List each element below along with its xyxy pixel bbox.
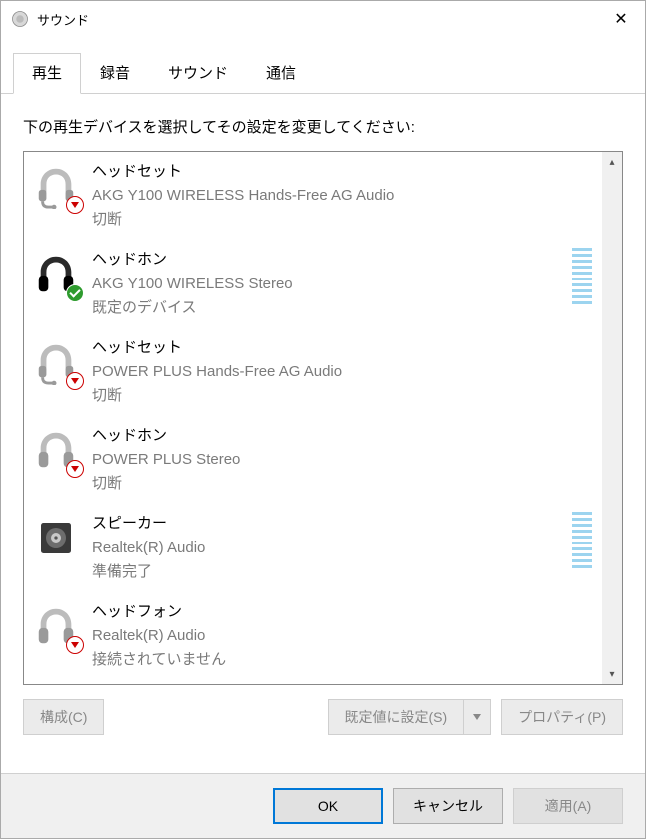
device-name: Realtek(R) Audio [92, 536, 566, 560]
device-info: ヘッドホンAKG Y100 WIRELESS Stereo既定のデバイス [92, 248, 566, 320]
disconnected-badge [66, 636, 84, 654]
device-status: 既定のデバイス [92, 296, 566, 320]
device-info: ヘッドセットAKG Y100 WIRELESS Hands-Free AG Au… [92, 160, 592, 232]
device-type: ヘッドホン [92, 424, 592, 448]
device-status: 切断 [92, 472, 592, 496]
titlebar: サウンド ✕ [1, 1, 645, 37]
device-row[interactable]: ヘッドセットAKG Y100 WIRELESS Hands-Free AG Au… [24, 152, 602, 240]
headphones-icon [30, 600, 82, 652]
cancel-button[interactable]: キャンセル [393, 788, 503, 824]
device-row[interactable]: ヘッドホンAKG Y100 WIRELESS Stereo既定のデバイス [24, 240, 602, 328]
scrollbar[interactable]: ▴ ▾ [602, 152, 622, 684]
configure-button[interactable]: 構成(C) [23, 699, 104, 735]
device-status: 切断 [92, 208, 592, 232]
device-status: 接続されていません [92, 648, 592, 672]
device-row[interactable]: ヘッドホンPOWER PLUS Stereo切断 [24, 416, 602, 504]
disconnected-badge [66, 372, 84, 390]
headset-icon [30, 160, 82, 212]
device-list: ヘッドセットAKG Y100 WIRELESS Hands-Free AG Au… [23, 151, 623, 685]
properties-button[interactable]: プロパティ(P) [501, 699, 623, 735]
device-type: スピーカー [92, 512, 566, 536]
level-meter [572, 248, 592, 304]
tab-strip: 再生 録音 サウンド 通信 [1, 37, 645, 94]
device-name: AKG Y100 WIRELESS Hands-Free AG Audio [92, 184, 592, 208]
headphones-dark-icon [30, 248, 82, 300]
disconnected-badge [66, 460, 84, 478]
device-type: ヘッドセット [92, 160, 592, 184]
scroll-down-arrow[interactable]: ▾ [602, 664, 622, 684]
device-row[interactable]: ヘッドフォンRealtek(R) Audio接続されていません [24, 592, 602, 680]
device-name: POWER PLUS Hands-Free AG Audio [92, 360, 592, 384]
device-status: 切断 [92, 384, 592, 408]
instruction-text: 下の再生デバイスを選択してその設定を変更してください: [23, 116, 623, 137]
device-status: 準備完了 [92, 560, 566, 584]
device-type: ヘッドフォン [92, 600, 592, 624]
tab-playback[interactable]: 再生 [13, 53, 81, 94]
ok-button[interactable]: OK [273, 788, 383, 824]
tab-communications[interactable]: 通信 [247, 53, 315, 93]
device-info: スピーカーRealtek(R) Audio準備完了 [92, 512, 566, 584]
device-name: Realtek(R) Audio [92, 624, 592, 648]
apply-button[interactable]: 適用(A) [513, 788, 623, 824]
device-info: ヘッドホンPOWER PLUS Stereo切断 [92, 424, 592, 496]
set-default-button[interactable]: 既定値に設定(S) [328, 699, 464, 735]
device-row[interactable]: ヘッドセットPOWER PLUS Hands-Free AG Audio切断 [24, 328, 602, 416]
tab-sounds[interactable]: サウンド [149, 53, 247, 93]
headphones-icon [30, 424, 82, 476]
level-meter [572, 512, 592, 568]
device-name: AKG Y100 WIRELESS Stereo [92, 272, 566, 296]
sound-app-icon [11, 10, 29, 28]
device-info: ヘッドフォンRealtek(R) Audio接続されていません [92, 600, 592, 672]
scroll-up-arrow[interactable]: ▴ [602, 152, 622, 172]
scroll-track[interactable] [602, 172, 622, 664]
set-default-dropdown[interactable]: 既定値に設定(S) [328, 699, 492, 735]
headset-icon [30, 336, 82, 388]
speaker-icon [30, 512, 82, 564]
window-title: サウンド [37, 10, 597, 29]
device-type: ヘッドセット [92, 336, 592, 360]
device-row[interactable]: スピーカーRealtek(R) Audio準備完了 [24, 504, 602, 592]
disconnected-badge [66, 196, 84, 214]
chevron-down-icon[interactable] [463, 699, 491, 735]
device-type: ヘッドホン [92, 248, 566, 272]
close-button[interactable]: ✕ [597, 1, 645, 37]
device-name: POWER PLUS Stereo [92, 448, 592, 472]
dialog-footer: OK キャンセル 適用(A) [1, 773, 645, 838]
device-info: ヘッドセットPOWER PLUS Hands-Free AG Audio切断 [92, 336, 592, 408]
default-check-badge [66, 284, 84, 302]
tab-recording[interactable]: 録音 [81, 53, 149, 93]
